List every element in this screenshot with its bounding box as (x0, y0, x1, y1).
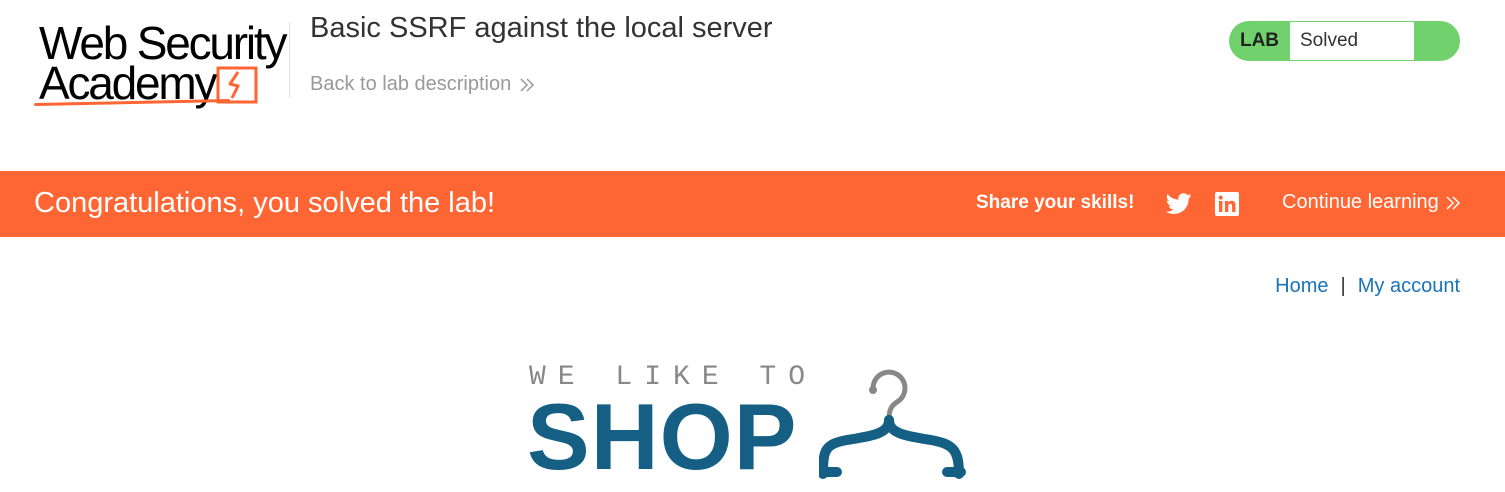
solved-banner: Congratulations, you solved the lab! Sha… (0, 171, 1505, 237)
nav-separator: | (1340, 275, 1346, 297)
clothes-hanger-icon (819, 369, 966, 479)
share-skills-label: Share your skills! (976, 192, 1135, 213)
lab-status-badge: LAB Solved (1229, 21, 1460, 61)
status-lab-label: LAB (1239, 30, 1280, 51)
lab-title: Basic SSRF against the local server (310, 12, 773, 44)
web-security-academy-logo[interactable]: Web Security Academy (33, 18, 288, 110)
top-navigation: Home | My account (1275, 275, 1460, 298)
shop-word: SHOP (527, 384, 798, 489)
lab-header: Web Security Academy Basic SSRF against … (0, 0, 1505, 171)
status-value: Solved (1290, 22, 1414, 60)
we-like-to-shop-logo: WE LIKE TO SHOP (527, 362, 967, 487)
continue-learning-label: Continue learning (1282, 191, 1439, 213)
header-divider (289, 22, 290, 98)
linkedin-icon[interactable] (1215, 192, 1239, 216)
my-account-link[interactable]: My account (1358, 275, 1460, 298)
logo-bolt-icon (216, 66, 258, 104)
continue-learning-link[interactable]: Continue learning (1282, 191, 1461, 214)
twitter-icon[interactable] (1166, 192, 1192, 216)
back-to-lab-description-link[interactable]: Back to lab description (310, 73, 535, 96)
home-link[interactable]: Home (1275, 275, 1328, 298)
double-chevron-right-icon (520, 77, 535, 92)
congratulations-message: Congratulations, you solved the lab! (34, 187, 496, 219)
double-chevron-right-icon (1446, 195, 1460, 210)
back-link-label: Back to lab description (310, 73, 512, 95)
